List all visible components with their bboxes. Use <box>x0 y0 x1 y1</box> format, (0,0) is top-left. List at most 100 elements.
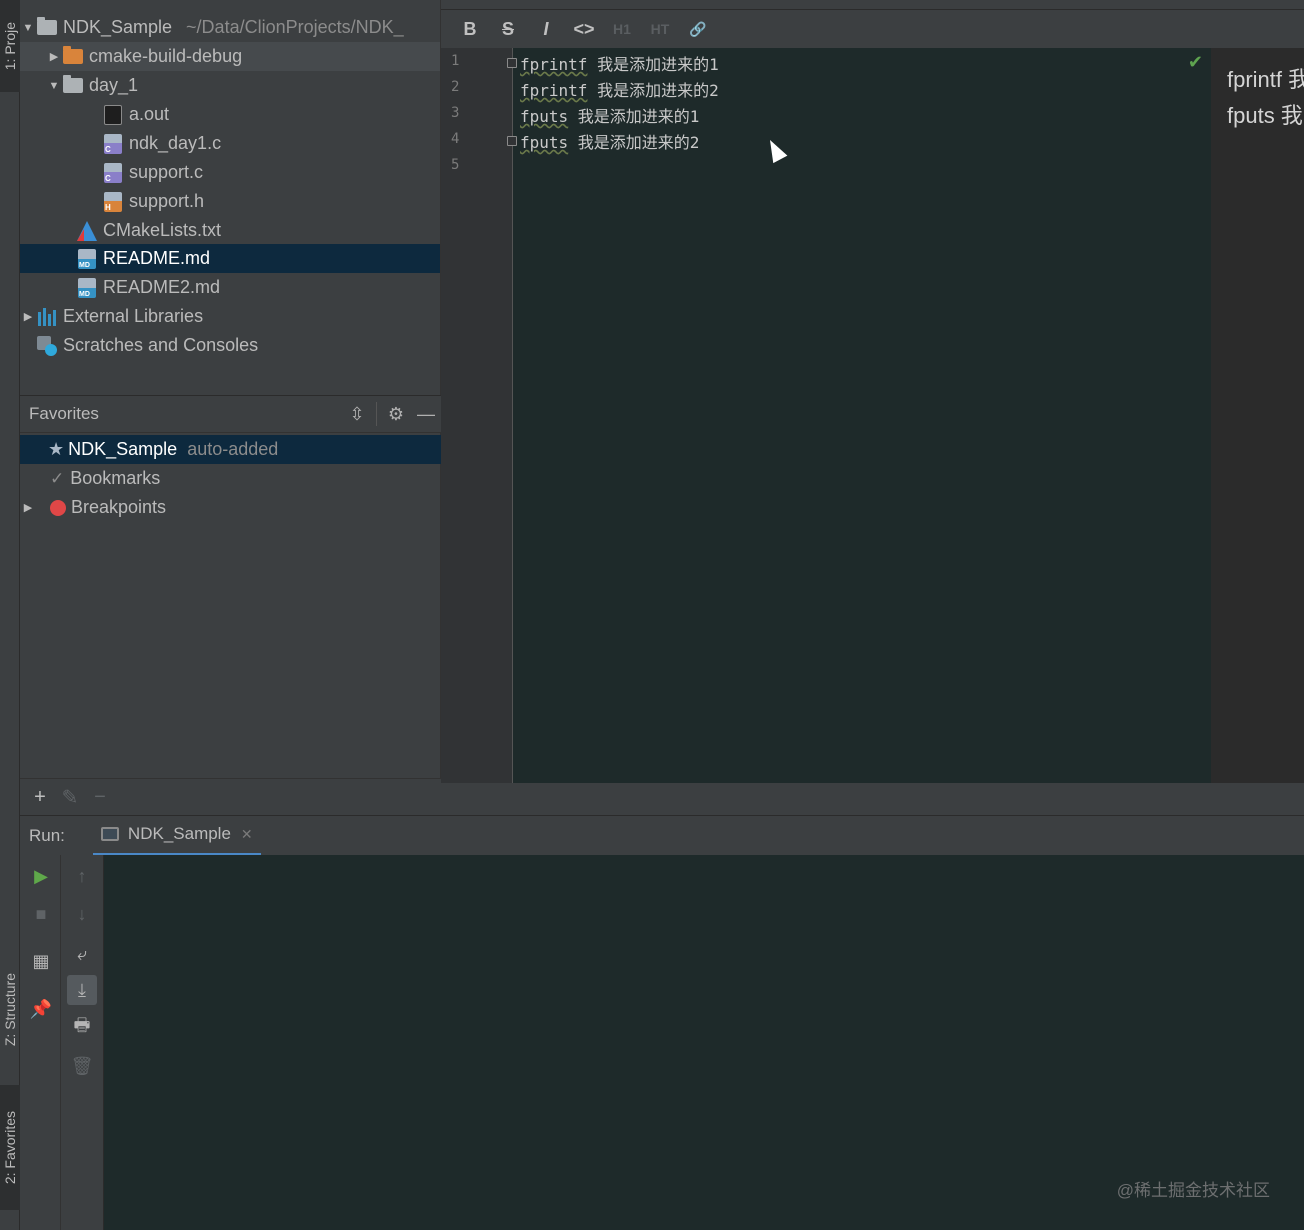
tree-item-external-libraries[interactable]: ▶ External Libraries <box>20 302 440 331</box>
console-icon <box>100 827 119 841</box>
scroll-to-end-icon[interactable]: ⤓ <box>67 975 97 1005</box>
remove-icon[interactable]: − <box>88 785 112 809</box>
tree-item-readme-md[interactable]: MD README.md <box>20 244 440 273</box>
close-icon[interactable]: ✕ <box>241 826 253 843</box>
tree-item-cmake-build-debug[interactable]: ▶ cmake-build-debug <box>20 42 440 71</box>
link-icon[interactable]: 🔗 <box>681 14 715 44</box>
header1-icon[interactable]: H1 <box>605 14 639 44</box>
tree-item-label: a.out <box>129 104 170 124</box>
gear-icon[interactable]: ⚙ <box>381 399 411 429</box>
tree-item-a-out[interactable]: a.out <box>20 100 440 129</box>
favorite-item-bookmarks[interactable]: ✓ Bookmarks <box>20 464 441 493</box>
down-arrow-icon[interactable]: ↓ <box>67 899 97 929</box>
stop-icon[interactable]: ■ <box>26 899 56 929</box>
soft-wrap-icon[interactable]: ⤶ <box>67 939 97 969</box>
tree-item-support-h[interactable]: H support.h <box>20 187 440 216</box>
folder-icon <box>62 46 84 67</box>
tree-item-ndk-day1-c[interactable]: C ndk_day1.c <box>20 129 440 158</box>
line-number: 1 <box>451 53 460 69</box>
code-line: fprintf 我是添加进来的1 <box>520 55 719 74</box>
bold-icon[interactable]: B <box>453 14 487 44</box>
h-file-icon: H <box>102 191 124 212</box>
structure-tool-tab[interactable]: Z: Structure <box>0 950 20 1070</box>
code-editor[interactable]: 1 2 3 4 5 fprintf 我是添加进来的1 fprintf 我是添加进… <box>441 48 1211 783</box>
run-console-output[interactable] <box>104 855 1304 1230</box>
rerun-icon[interactable]: ▶ <box>26 861 56 891</box>
favorite-item-note: auto-added <box>187 439 279 459</box>
italic-icon[interactable]: I <box>529 14 563 44</box>
markdown-file-icon: MD <box>76 248 98 269</box>
toolbar-divider <box>376 402 377 426</box>
tree-item-label: support.c <box>129 162 204 182</box>
collapse-all-icon[interactable]: ⇳ <box>342 399 372 429</box>
run-label: Run: <box>29 825 65 845</box>
expand-arrow-icon[interactable]: ▶ <box>46 50 62 63</box>
tree-item-label: README.md <box>103 248 211 268</box>
tree-item-readme2-md[interactable]: MD README2.md <box>20 273 440 302</box>
pin-icon[interactable]: 📌 <box>26 994 56 1024</box>
tree-item-day-1[interactable]: ▼ day_1 <box>20 71 440 100</box>
hide-panel-icon[interactable]: — <box>411 399 441 429</box>
run-toolbar-primary: ▶ ■ ▦ 📌 <box>20 855 61 1230</box>
tree-root-path: ~/Data/ClionProjects/NDK_ <box>186 17 404 37</box>
favorite-item-ndk-sample[interactable]: ★ NDK_Sample auto-added <box>20 435 441 464</box>
line-number: 4 <box>451 131 460 147</box>
favorites-title: Favorites <box>29 404 99 423</box>
run-toolbar-secondary: ↑ ↓ ⤶ ⤓ 🖶 🗑 <box>61 855 104 1230</box>
collapse-arrow-icon[interactable]: ▼ <box>46 80 62 92</box>
tree-root-ndk-sample[interactable]: ▼ NDK_Sample ~/Data/ClionProjects/NDK_ <box>20 13 440 42</box>
markdown-toolbar: B S I <> H1 HT 🔗 <box>441 10 1304 48</box>
line-number: 2 <box>451 79 460 95</box>
inspection-ok-icon[interactable]: ✔ <box>1188 52 1203 73</box>
watermark: @稀土掘金技术社区 <box>1116 1181 1270 1200</box>
fold-marker-icon[interactable] <box>507 136 517 146</box>
favorites-tool-tab[interactable]: 2: Favorites <box>0 1085 20 1210</box>
header-icon[interactable]: HT <box>643 14 677 44</box>
print-icon[interactable]: 🖶 <box>67 1013 97 1043</box>
run-tab-ndk-sample[interactable]: NDK_Sample ✕ <box>92 816 261 856</box>
project-tool-tab[interactable]: 1: Proje <box>0 0 20 92</box>
tree-item-label: CMakeLists.txt <box>103 220 222 240</box>
executable-file-icon <box>102 104 124 125</box>
tree-item-label: ndk_day1.c <box>129 133 222 153</box>
tree-item-support-c[interactable]: C support.c <box>20 158 440 187</box>
editor-bottom-bar <box>441 783 1304 815</box>
library-icon <box>36 307 58 327</box>
line-number: 5 <box>451 157 460 173</box>
strikethrough-icon[interactable]: S <box>491 14 525 44</box>
tree-item-label: cmake-build-debug <box>89 46 243 66</box>
c-file-icon: C <box>102 162 124 183</box>
project-tool-tab-label: 1: Proje <box>2 21 18 71</box>
favorite-item-breakpoints[interactable]: ▶ Breakpoints <box>20 493 441 522</box>
editor-tab-strip <box>441 0 1304 10</box>
favorite-item-label: Breakpoints <box>71 497 167 517</box>
tree-item-label: support.h <box>129 191 205 211</box>
collapse-arrow-icon[interactable]: ▼ <box>20 22 36 34</box>
code-icon[interactable]: <> <box>567 14 601 44</box>
layout-icon[interactable]: ▦ <box>26 946 56 976</box>
tree-item-label: External Libraries <box>63 306 204 326</box>
trash-icon[interactable]: 🗑 <box>67 1051 97 1081</box>
edit-pencil-icon[interactable]: ✎ <box>58 785 82 809</box>
preview-line: fputs 我 <box>1227 103 1303 128</box>
c-file-icon: C <box>102 133 124 154</box>
up-arrow-icon[interactable]: ↑ <box>67 861 97 891</box>
expand-arrow-icon[interactable]: ▶ <box>20 310 36 323</box>
favorites-tool-tab-label: 2: Favorites <box>2 1110 18 1185</box>
markdown-file-icon: MD <box>76 277 98 298</box>
tree-item-scratches[interactable]: Scratches and Consoles <box>20 331 440 360</box>
expand-arrow-icon[interactable]: ▶ <box>20 501 36 514</box>
line-gutter: 1 2 3 4 5 <box>441 48 513 783</box>
add-icon[interactable]: + <box>28 785 52 809</box>
tree-item-cmakelists[interactable]: CMakeLists.txt <box>20 216 440 245</box>
cmake-file-icon <box>76 220 98 241</box>
structure-tool-tab-label: Z: Structure <box>2 973 18 1047</box>
breakpoint-icon <box>50 499 66 516</box>
folder-icon <box>62 75 84 96</box>
code-line: fputs 我是添加进来的1 <box>520 107 700 126</box>
tree-item-label: day_1 <box>89 75 139 95</box>
favorite-item-label: Bookmarks <box>70 468 161 488</box>
fold-marker-icon[interactable] <box>507 58 517 68</box>
favorite-item-label: NDK_Sample <box>68 439 178 459</box>
line-number: 3 <box>451 105 460 121</box>
